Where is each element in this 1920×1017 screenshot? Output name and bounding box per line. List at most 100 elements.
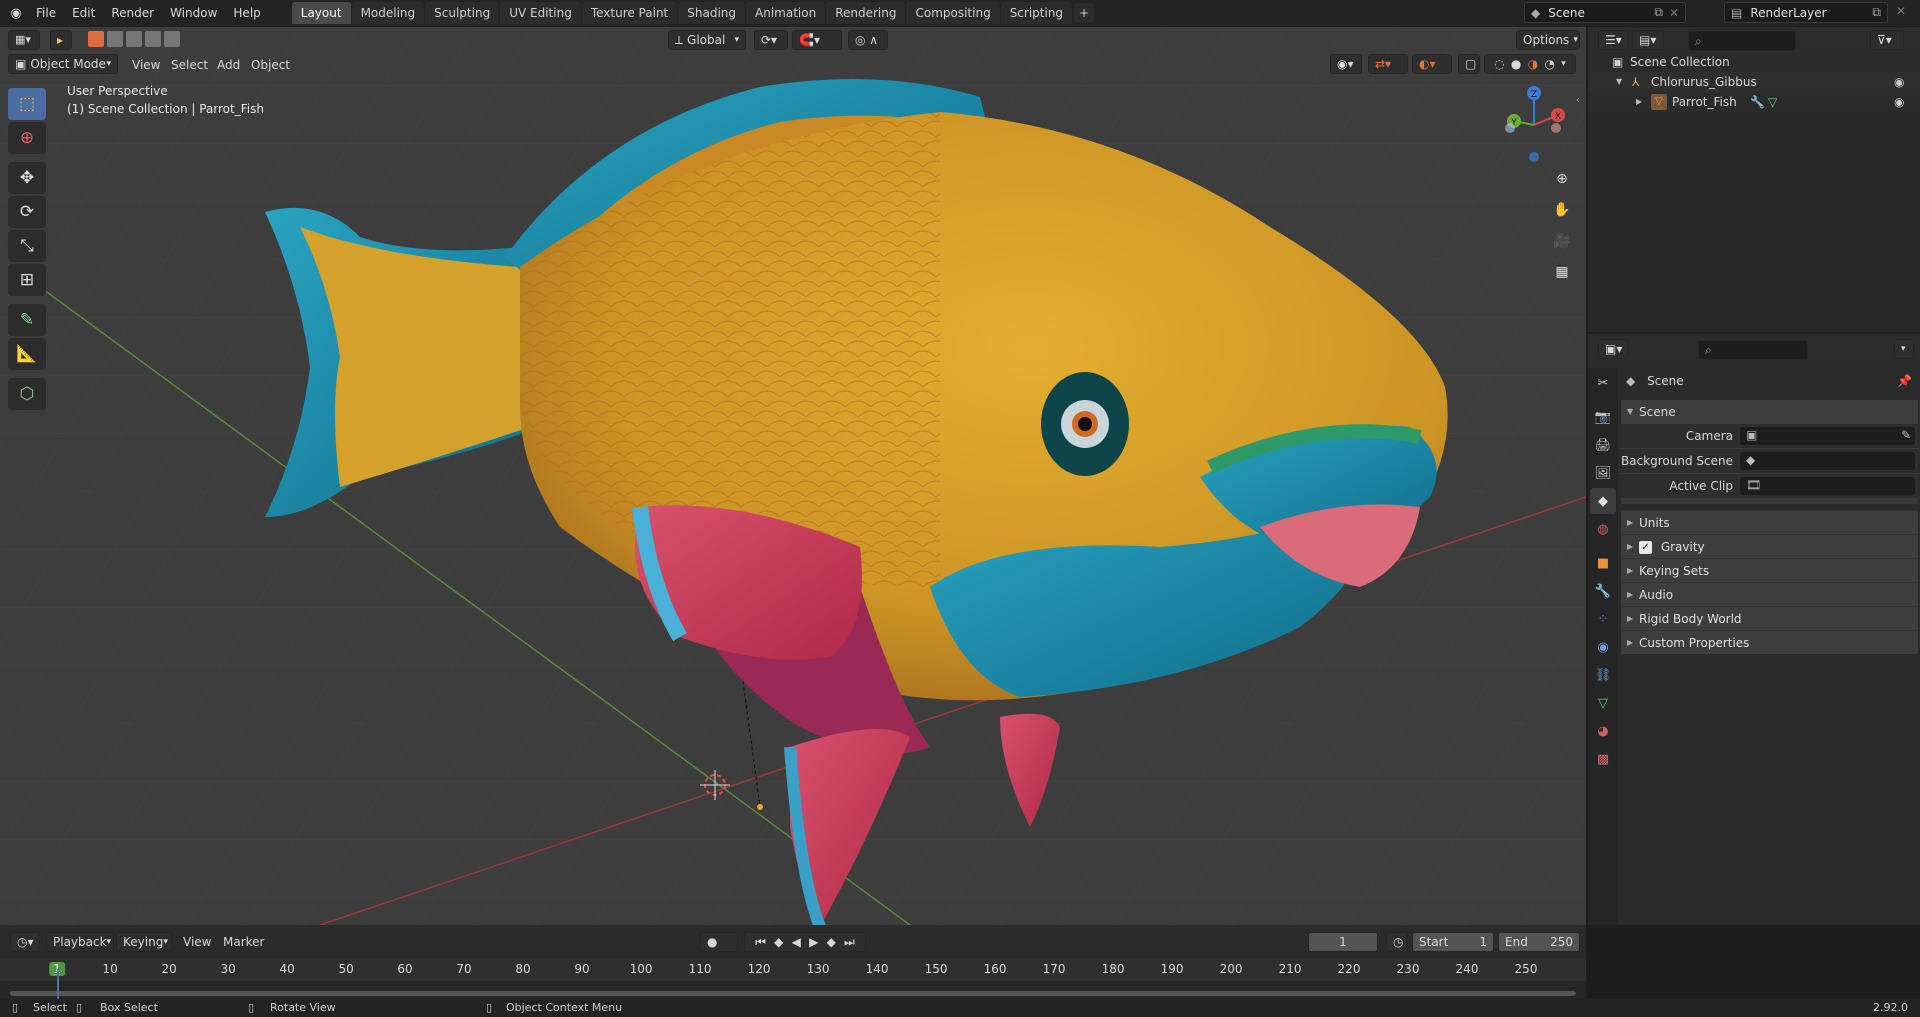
properties-search-field[interactable]: ⌕ [1698,340,1808,360]
view-layer-selector[interactable]: ▤ RenderLayer ⧉ [1724,2,1888,23]
zoom-icon[interactable]: ⊕ [1548,165,1576,193]
tab-layout[interactable]: Layout [291,2,351,24]
material-tab-icon[interactable]: ◕ [1590,718,1616,744]
timeline-track-area[interactable] [0,981,1586,999]
outliner-editor-type-button[interactable]: ☰▾ [1598,30,1628,50]
mesh-data-icon[interactable]: ▽ [1768,92,1777,112]
options-dropdown[interactable]: Options ▾ [1516,30,1580,50]
select-new-icon[interactable] [88,31,104,47]
frame-tick[interactable]: 30 [220,962,235,976]
add-workspace-button[interactable]: + [1074,3,1095,23]
frame-tick[interactable]: 80 [515,962,530,976]
xray-toggle[interactable]: ▢ [1458,54,1480,74]
camera-field[interactable]: ▣ ✎ [1740,427,1915,445]
frame-tick[interactable]: 240 [1456,962,1479,976]
particles-tab-icon[interactable]: ⁘ [1590,606,1616,632]
tab-scripting[interactable]: Scripting [1000,2,1073,24]
modifier-tab-icon[interactable]: 🔧 [1590,578,1616,604]
menu-object[interactable]: Object [251,55,290,75]
jump-start-icon[interactable]: ⏮ [755,932,766,952]
scene-selector[interactable]: ◆ Scene ⧉ ✕ [1524,2,1686,23]
measure-tool-icon[interactable]: 📐 [8,338,46,370]
frame-tick[interactable]: 110 [689,962,712,976]
move-tool-icon[interactable]: ✥ [8,162,46,194]
material-preview-icon[interactable]: ◑ [1528,54,1538,74]
close-icon[interactable]: ✕ [1669,6,1679,20]
render-tab-icon[interactable]: 📷 [1590,404,1616,430]
frame-tick[interactable]: 200 [1220,962,1243,976]
select-subtract-icon[interactable] [126,31,142,47]
frame-tick[interactable]: 190 [1161,962,1184,976]
playhead-line[interactable] [57,969,59,999]
data-tab-icon[interactable]: ▽ [1590,690,1616,716]
subpanel-rigid-body-world[interactable]: ▶ Rigid Body World [1621,606,1918,630]
select-extend-icon[interactable] [107,31,123,47]
frame-tick[interactable]: 220 [1338,962,1361,976]
scene-panel-header[interactable]: ▼ Scene [1621,400,1918,424]
play-icon[interactable]: ▶ [809,932,818,952]
end-frame-field[interactable]: End 250 [1498,932,1580,952]
preview-range-toggle[interactable]: ◷ [1386,932,1408,952]
scale-tool-icon[interactable]: ⤡ [8,230,46,262]
jump-end-icon[interactable]: ⏭ [844,932,855,952]
object-tab-icon[interactable]: ■ [1590,550,1616,576]
menu-help[interactable]: Help [225,2,268,24]
frame-tick[interactable]: 170 [1043,962,1066,976]
texture-tab-icon[interactable]: ▩ [1590,746,1616,772]
sidebar-toggle-arrow[interactable]: ‹ [1576,95,1580,106]
outliner-row-scene-collection[interactable]: ▣ Scene Collection [1588,52,1920,72]
visibility-eye-icon[interactable]: ◉ [1894,92,1904,112]
pin-icon[interactable]: 📌 [1897,370,1912,392]
solid-icon[interactable]: ● [1511,54,1521,74]
tab-texture-paint[interactable]: Texture Paint [581,2,678,24]
blender-logo-icon[interactable]: ◉ [4,3,28,23]
frame-tick[interactable]: 90 [574,962,589,976]
snap-toggle[interactable]: 🧲▾ [792,30,842,50]
frame-tick[interactable]: 100 [630,962,653,976]
transform-tool-icon[interactable]: ⊞ [8,264,46,296]
camera-view-icon[interactable]: 🎥 [1548,227,1576,255]
tab-sculpting[interactable]: Sculpting [425,2,500,24]
frame-tick[interactable]: 40 [279,962,294,976]
subpanel-units[interactable]: ▶ Units [1621,510,1918,534]
properties-editor-type-button[interactable]: ▣▾ [1598,339,1628,359]
expand-arrow-icon[interactable]: ▼ [1616,72,1622,92]
keying-dropdown[interactable]: Keying ▾ [116,932,172,952]
menu-select[interactable]: Select [171,55,208,75]
next-keyframe-icon[interactable]: ◆ [827,932,836,952]
frame-tick[interactable]: 150 [925,962,948,976]
copy-icon[interactable]: ⧉ [1654,5,1663,20]
record-keyframes-button[interactable]: ● [700,932,738,952]
menu-render[interactable]: Render [103,2,162,24]
play-reverse-icon[interactable]: ◀ [792,932,801,952]
tab-uv-editing[interactable]: UV Editing [500,2,581,24]
rendered-icon[interactable]: ◔ [1544,54,1554,74]
gizmo-toggle[interactable]: ⇄▾ [1368,54,1408,74]
frame-tick[interactable]: 140 [866,962,889,976]
close-icon[interactable]: ✕ [1896,4,1906,18]
physics-tab-icon[interactable]: ◉ [1590,634,1616,660]
transform-orientation-dropdown[interactable]: ⟂ Global ▾ [668,30,746,50]
select-invert-icon[interactable] [145,31,161,47]
perspective-toggle-icon[interactable]: ▦ [1548,258,1576,286]
view-layer-tab-icon[interactable]: 🖼 [1590,460,1616,486]
active-clip-field[interactable]: 🎞 [1740,477,1915,495]
annotate-tool-icon[interactable]: ✎ [8,304,46,336]
frame-tick[interactable]: 10 [102,962,117,976]
current-frame-field[interactable]: 1 [1308,932,1378,952]
frame-tick[interactable]: 120 [748,962,771,976]
menu-view[interactable]: View [183,932,211,952]
menu-window[interactable]: Window [162,2,225,24]
frame-ruler[interactable]: 1102030405060708090100110120130140150160… [0,959,1586,981]
menu-file[interactable]: File [28,2,64,24]
add-cube-tool-icon[interactable]: ⬡ [8,378,46,410]
visibility-eye-icon[interactable]: ◉ [1894,72,1904,92]
menu-add[interactable]: Add [217,55,240,75]
tab-animation[interactable]: Animation [746,2,826,24]
pan-hand-icon[interactable]: ✋ [1548,196,1576,224]
menu-edit[interactable]: Edit [64,2,103,24]
timeline-scrollbar[interactable] [10,991,1576,996]
editor-type-button[interactable]: ▦▾ [8,30,40,50]
visibility-dropdown[interactable]: ◉▾ [1330,54,1362,74]
modifier-wrench-icon[interactable]: 🔧 [1750,92,1765,112]
